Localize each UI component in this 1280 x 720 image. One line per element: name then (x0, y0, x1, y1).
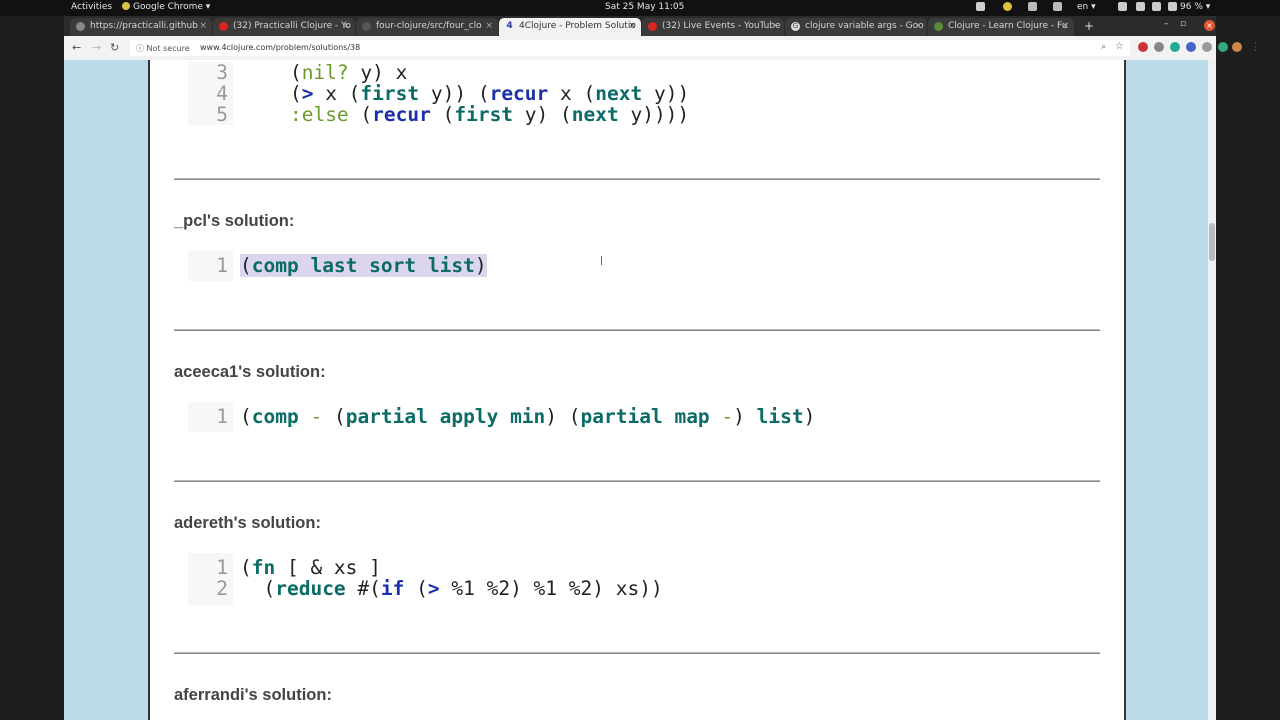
clock[interactable]: Sat 25 May 11:05 (605, 2, 684, 12)
battery-level[interactable]: 96 % ▾ (1180, 2, 1210, 12)
line-number: 4 (216, 82, 228, 105)
close-icon[interactable]: × (485, 21, 493, 31)
4clojure-icon: 4 (506, 21, 513, 31)
battery-icon[interactable] (1168, 2, 1177, 11)
code-line: (> x (first y)) (recur x (next y)) (243, 82, 690, 105)
solution-title: _pcl's solution: (174, 212, 295, 230)
maximize-icon[interactable]: ▫ (1180, 19, 1186, 29)
extension-icon[interactable] (1186, 42, 1196, 52)
forward-button[interactable]: → (92, 41, 101, 54)
line-number: 1 (216, 254, 228, 277)
tab-four-clojure-src[interactable]: four-clojure/src/four_clo × (356, 18, 498, 36)
line-number: 5 (216, 103, 228, 126)
extension-icon[interactable] (1218, 42, 1228, 52)
solution-divider (174, 329, 1100, 331)
tab-strip: https://practicalli.github × (32) Practic… (64, 16, 1216, 36)
search-icon[interactable]: ⌕ (1101, 42, 1106, 52)
code-line[interactable]: (comp last sort list) (240, 254, 487, 277)
profile-avatar[interactable] (1232, 42, 1242, 52)
youtube-icon (219, 22, 228, 31)
activities-button[interactable]: Activities (71, 2, 112, 12)
tab-label: (32) Live Events - YouTube (662, 21, 781, 31)
tab-label: 4Clojure - Problem Solutio (519, 21, 636, 31)
bookmark-star-icon[interactable]: ☆ (1115, 41, 1124, 52)
address-bar[interactable]: ⓘ Not secure www.4clojure.com/problem/so… (130, 40, 1130, 56)
close-icon[interactable]: × (628, 21, 636, 31)
tab-practicalli-github[interactable]: https://practicalli.github × (70, 18, 212, 36)
tab-label: https://practicalli.github (90, 21, 198, 31)
solution-title: aceeca1's solution: (174, 363, 326, 381)
language-indicator[interactable]: en ▾ (1077, 2, 1096, 12)
extension-icon[interactable] (1202, 42, 1212, 52)
window-controls: – ▫ (1164, 19, 1186, 29)
youtube-icon (648, 22, 657, 31)
solution-title: aferrandi's solution: (174, 686, 332, 704)
window-close-button[interactable]: × (1204, 20, 1215, 31)
tab-label: Clojure - Learn Clojure - Fu (948, 21, 1068, 31)
github-icon (362, 22, 371, 31)
tab-live-events-youtube[interactable]: (32) Live Events - YouTube × (642, 18, 784, 36)
tab-label: four-clojure/src/four_clo (376, 21, 482, 31)
tray-icon[interactable] (1053, 2, 1062, 11)
tab-label: (32) Practicalli Clojure - Yo (233, 21, 351, 31)
line-number: 2 (216, 577, 228, 600)
close-icon[interactable]: × (771, 21, 779, 31)
browser-toolbar: ← → ↻ ⓘ Not secure www.4clojure.com/prob… (64, 36, 1261, 61)
line-number: 1 (216, 405, 228, 428)
solution-divider (174, 178, 1100, 180)
dropbox-icon[interactable] (1028, 2, 1037, 11)
system-top-bar: Activities Google Chrome ▾ Sat 25 May 11… (0, 0, 1280, 16)
bluetooth-icon[interactable] (1136, 2, 1145, 11)
app-menu[interactable]: Google Chrome ▾ (122, 2, 210, 12)
new-tab-button[interactable]: + (1084, 19, 1094, 33)
tab-google-search[interactable]: Gclojure variable args - Goo × (785, 18, 927, 36)
volume-icon[interactable] (1152, 2, 1161, 11)
app-menu-label: Google Chrome ▾ (133, 2, 211, 12)
extension-icon[interactable] (1170, 42, 1180, 52)
close-icon[interactable]: × (1061, 21, 1069, 31)
tab-learn-clojure[interactable]: Clojure - Learn Clojure - Fu × (928, 18, 1074, 36)
code-line: :else (recur (first y) (next y)))) (289, 103, 690, 126)
line-number: 3 (216, 61, 228, 84)
reload-button[interactable]: ↻ (110, 41, 119, 54)
code-line: (nil? y) x (243, 61, 408, 84)
github-icon (76, 22, 85, 31)
code-line: (reduce #(if (> %1 %2) %1 %2) xs)) (240, 577, 663, 600)
page-scrollbar[interactable] (1208, 60, 1216, 720)
url-text[interactable]: www.4clojure.com/problem/solutions/38 (200, 43, 360, 52)
close-icon[interactable]: × (342, 21, 350, 31)
google-icon: G (791, 22, 800, 31)
page-viewport: 3 4 5 (nil? y) x (> x (first y)) (recur … (64, 60, 1216, 720)
chrome-tray-icon[interactable] (1003, 2, 1012, 11)
line-number: 1 (216, 556, 228, 579)
solution-title: adereth's solution: (174, 514, 321, 532)
extension-icon[interactable] (1138, 42, 1148, 52)
solution-divider (174, 652, 1100, 654)
solutions-page: 3 4 5 (nil? y) x (> x (first y)) (recur … (148, 60, 1126, 720)
solution-divider (174, 480, 1100, 482)
extension-icon[interactable] (1154, 42, 1164, 52)
tab-label: clojure variable args - Goo (805, 21, 924, 31)
back-button[interactable]: ← (72, 41, 81, 54)
text-cursor (601, 256, 602, 265)
chrome-menu-icon[interactable]: ⋮ (1250, 40, 1261, 53)
scrollbar-thumb[interactable] (1209, 223, 1215, 261)
tab-4clojure-solutions[interactable]: 4 4Clojure - Problem Solutio × (499, 18, 641, 36)
network-icon[interactable] (1118, 2, 1127, 11)
minimize-icon[interactable]: – (1164, 19, 1169, 29)
screencast-indicator-icon[interactable] (976, 2, 985, 11)
tab-practicalli-youtube[interactable]: (32) Practicalli Clojure - Yo × (213, 18, 355, 36)
security-indicator[interactable]: ⓘ Not secure (136, 43, 190, 54)
code-line: (comp - (partial apply min) (partial map… (240, 405, 816, 428)
code-line: (fn [ & xs ] (240, 556, 381, 579)
close-icon[interactable]: × (914, 21, 922, 31)
security-label: Not secure (146, 44, 190, 53)
chrome-icon (122, 2, 130, 10)
close-icon[interactable]: × (199, 21, 207, 31)
clojure-icon (934, 22, 943, 31)
